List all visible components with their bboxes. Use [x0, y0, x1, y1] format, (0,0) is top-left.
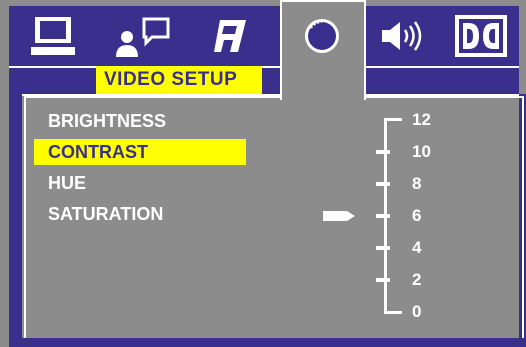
- title-band: [9, 66, 519, 96]
- speaking-person-icon: [116, 17, 170, 57]
- tick-label: 0: [412, 302, 422, 321]
- tick-label: 2: [412, 270, 422, 289]
- color-circle-icon: [305, 19, 339, 53]
- menu-item-brightness[interactable]: BRIGHTNESS: [34, 108, 246, 134]
- tick-label: 10: [412, 142, 431, 161]
- tick-label: 4: [412, 238, 422, 257]
- tab-bar: [9, 6, 519, 66]
- dolby-icon: [455, 15, 507, 57]
- osd-screen: VIDEO SETUP BRIGHTNESS CONTRAST HUE SATU…: [0, 0, 526, 347]
- music-note-icon: [214, 20, 246, 52]
- speaker-icon: [382, 21, 422, 51]
- left-border: [9, 94, 22, 347]
- tab-audio[interactable]: [207, 14, 253, 58]
- monitor-icon: [31, 17, 75, 55]
- tab-language[interactable]: [113, 14, 173, 58]
- tick-label: 12: [412, 110, 431, 129]
- menu-item-saturation[interactable]: SATURATION: [34, 201, 246, 227]
- page-title: VIDEO SETUP: [96, 66, 262, 94]
- tab-dolby[interactable]: [453, 14, 509, 58]
- menu-item-contrast[interactable]: CONTRAST: [34, 139, 246, 165]
- value-scale[interactable]: 12 10 8 6 4 2 0: [318, 108, 458, 328]
- menu-item-hue[interactable]: HUE: [34, 170, 246, 196]
- tick-label: 8: [412, 174, 422, 193]
- tab-video[interactable]: [280, 0, 366, 100]
- tab-general[interactable]: [27, 14, 79, 58]
- tick-label: 6: [412, 206, 422, 225]
- bottom-border: [9, 338, 526, 347]
- tab-speaker[interactable]: [379, 14, 427, 58]
- slider-pointer[interactable]: [323, 211, 355, 221]
